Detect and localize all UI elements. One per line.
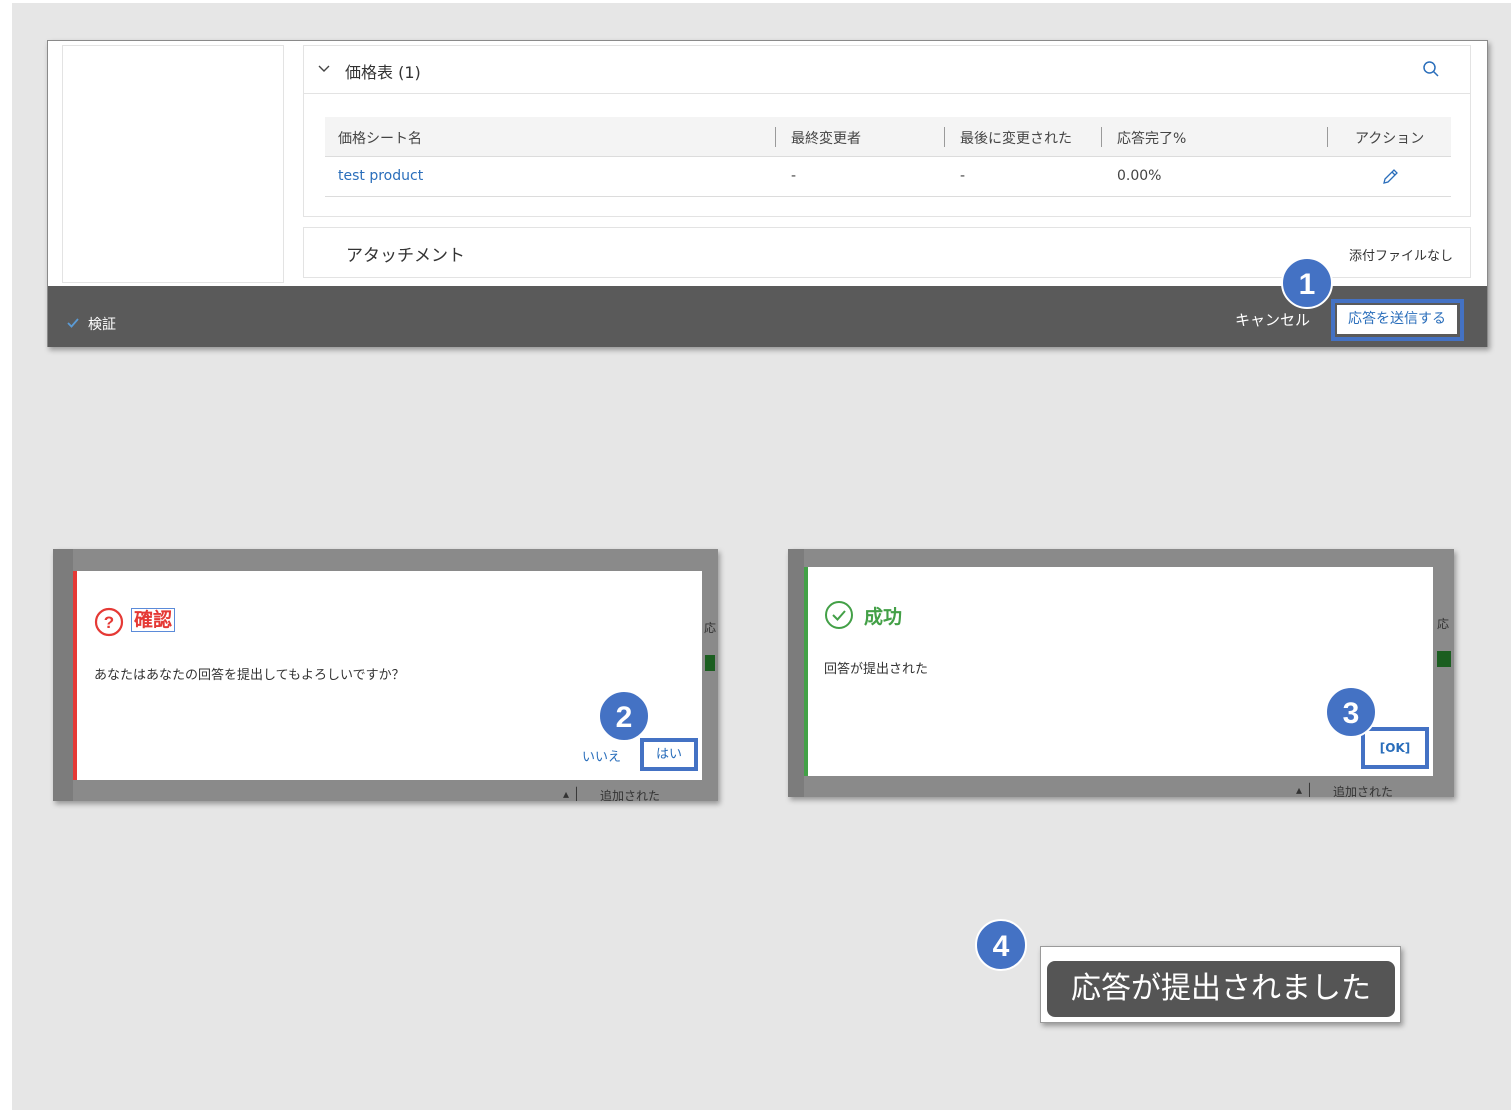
- toast-screenshot: 応答が提出されました: [1040, 946, 1401, 1023]
- step-badge-1: 1: [1281, 257, 1333, 309]
- background-indicator: [1437, 651, 1451, 667]
- success-title: 成功: [864, 606, 903, 628]
- last-modified-value: -: [960, 168, 966, 184]
- col-progress[interactable]: 応答完了%: [1117, 128, 1186, 148]
- confirm-dialog: ? 確認 あなたはあなたの回答を提出してもよろしいですか？ いいえ はい: [73, 571, 702, 780]
- table-header: 価格シート名 最終変更者 最後に変更された 応答完了% アクション: [325, 117, 1451, 157]
- cancel-button[interactable]: キャンセル: [1235, 309, 1310, 330]
- pricing-table: 価格シート名 最終変更者 最後に変更された 応答完了% アクション test p…: [325, 117, 1451, 197]
- background-header-fragment: 応: [1437, 617, 1450, 631]
- verify-label[interactable]: 検証: [88, 314, 116, 334]
- pencil-icon[interactable]: [1380, 167, 1400, 187]
- search-icon[interactable]: [1422, 60, 1440, 78]
- background-sort-icon: ▴ │: [563, 787, 581, 801]
- left-panel: [62, 45, 284, 283]
- response-window: 価格表 (1) 価格シート名 最終変更者 最後に変更された 応答完了% アクショ…: [47, 40, 1488, 347]
- pricing-header[interactable]: 価格表 (1): [304, 46, 1470, 94]
- pricing-title: 価格表 (1): [345, 63, 421, 82]
- check-circle-icon: [825, 601, 853, 629]
- background-footer-text: 追加された: [600, 789, 661, 803]
- background-header-fragment: 応: [704, 621, 717, 635]
- pricing-section: 価格表 (1) 価格シート名 最終変更者 最後に変更された 応答完了% アクショ…: [303, 45, 1471, 217]
- background-ui: [788, 549, 804, 797]
- background-sort-icon: ▴ │: [1296, 783, 1314, 797]
- highlight-box: [1331, 299, 1464, 341]
- progress-value: 0.00%: [1117, 168, 1162, 184]
- success-dialog: 成功 回答が提出された [OK]: [804, 567, 1433, 776]
- col-sheet-name[interactable]: 価格シート名: [338, 128, 422, 148]
- chevron-down-icon[interactable]: [316, 60, 332, 76]
- background-indicator: [705, 655, 715, 671]
- attachments-empty-text: 添付ファイルなし: [1348, 249, 1453, 264]
- success-dialog-screenshot: 応 ▴ │ 追加された 成功 回答が提出された [OK]: [788, 549, 1454, 799]
- yes-button[interactable]: はい: [640, 738, 698, 771]
- confirm-dialog-screenshot: 応 ▴ │ 追加された ? 確認 あなたはあなたの回答を提出してもよろしいですか…: [53, 549, 718, 803]
- background-ui: [53, 549, 73, 801]
- action-footer: 検証 キャンセル 応答を送信する: [48, 286, 1487, 347]
- col-last-modifier[interactable]: 最終変更者: [791, 128, 861, 148]
- svg-text:?: ?: [104, 613, 114, 632]
- step-badge-2: 2: [598, 690, 650, 742]
- col-action: アクション: [1355, 131, 1425, 147]
- confirm-message: あなたはあなたの回答を提出してもよろしいですか？: [94, 668, 405, 683]
- confirm-title: 確認: [131, 608, 176, 632]
- success-message: 回答が提出された: [824, 662, 929, 677]
- toast-message: 応答が提出されました: [1047, 961, 1395, 1017]
- col-last-modified[interactable]: 最後に変更された: [960, 128, 1072, 148]
- step-badge-3: 3: [1325, 686, 1377, 738]
- attachments-title: アタッチメント: [346, 246, 465, 266]
- column-divider: [775, 127, 776, 147]
- column-divider: [944, 127, 945, 147]
- question-icon: ?: [94, 607, 124, 637]
- column-divider: [1101, 127, 1102, 147]
- ok-button[interactable]: [OK]: [1361, 727, 1429, 769]
- step-badge-4: 4: [975, 919, 1027, 971]
- sheet-name-link[interactable]: test product: [338, 168, 423, 184]
- last-modifier-value: -: [791, 168, 797, 184]
- table-row: test product - - 0.00%: [325, 157, 1451, 197]
- no-button[interactable]: いいえ: [582, 746, 621, 765]
- background-footer-text: 追加された: [1333, 785, 1394, 799]
- checkbox-icon[interactable]: [66, 316, 80, 330]
- column-divider: [1327, 127, 1328, 147]
